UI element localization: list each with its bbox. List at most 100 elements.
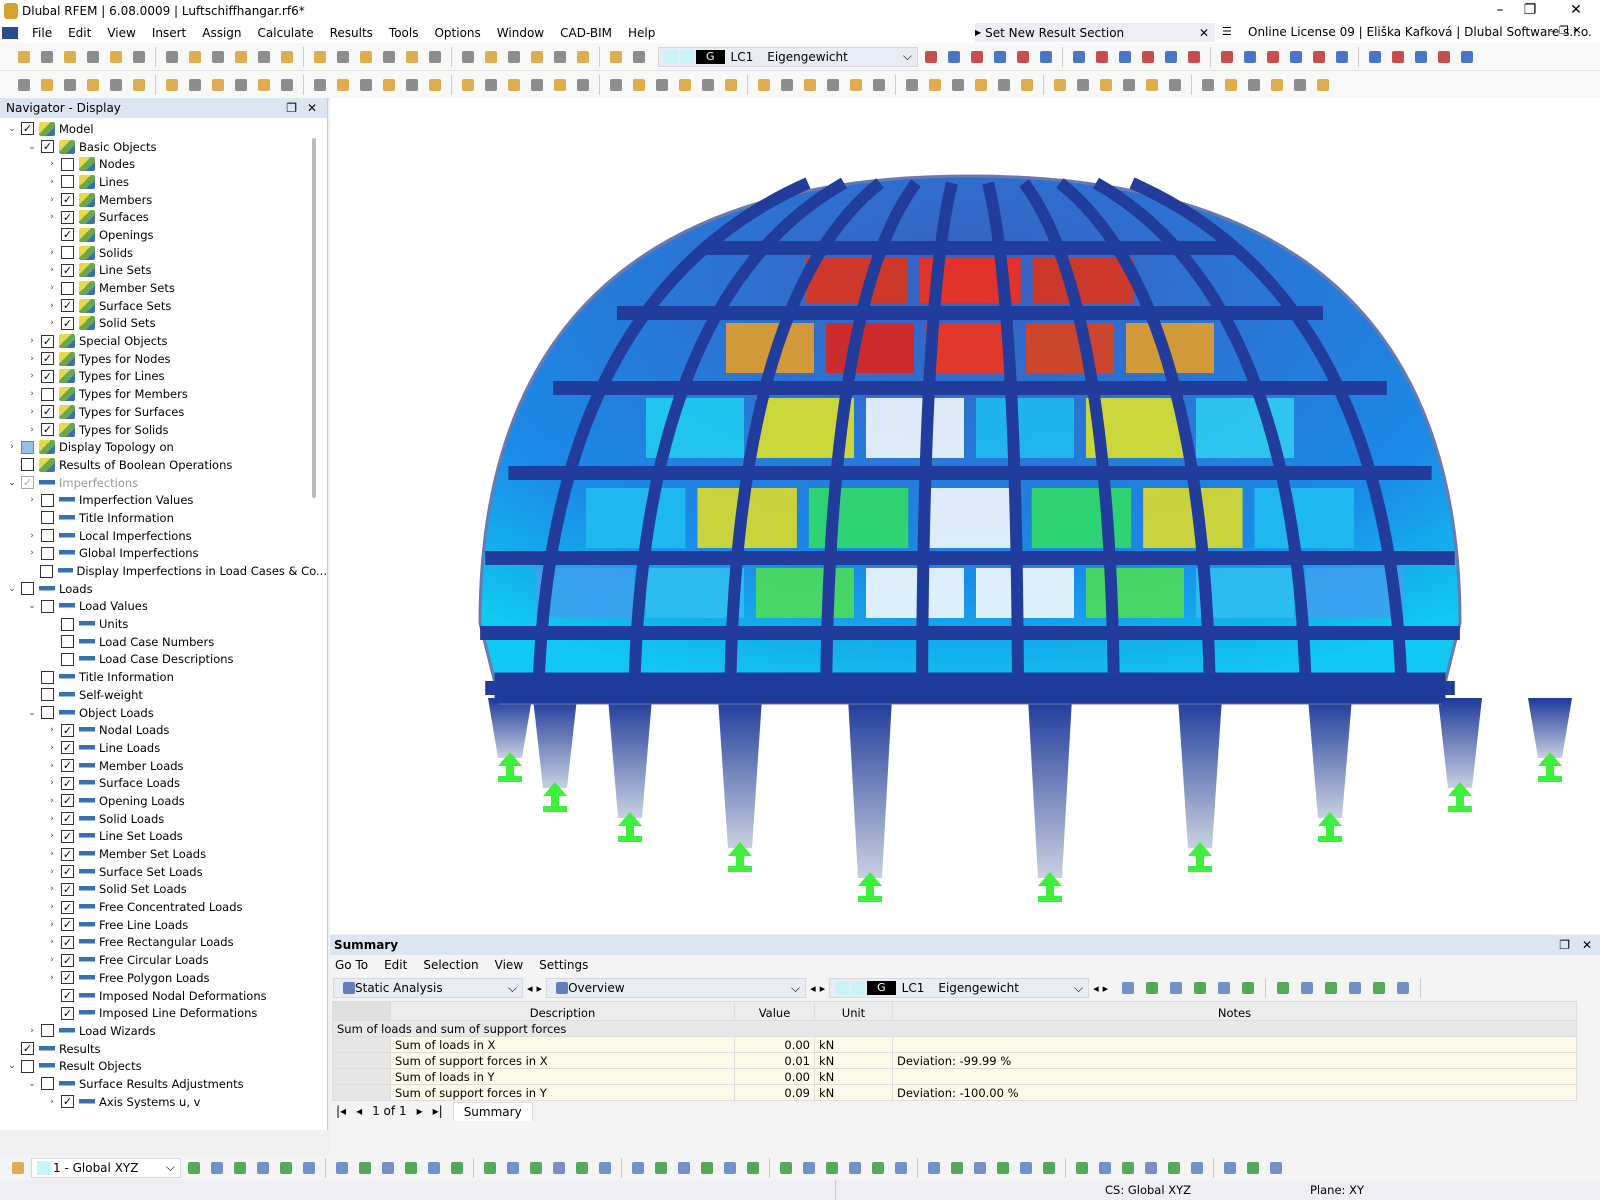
close-icon[interactable]: ✕	[1199, 26, 1209, 40]
chevron-right-icon[interactable]: ›	[46, 814, 58, 824]
toolbar-button-icon[interactable]	[1309, 47, 1329, 67]
chevron-right-icon[interactable]: ›	[46, 796, 58, 806]
toolbar-button-icon[interactable]	[1138, 47, 1158, 67]
toolbar-button-icon[interactable]	[402, 47, 422, 67]
chevron-right-icon[interactable]: ›	[46, 743, 58, 753]
toolbar-button-icon[interactable]	[595, 1158, 615, 1178]
tree-item[interactable]: Display Imperfections in Load Cases & Co…	[0, 562, 327, 580]
toolbar-button-icon[interactable]	[1263, 47, 1283, 67]
toolbar-button-icon[interactable]	[1184, 47, 1204, 67]
summary-menu-item[interactable]: Edit	[384, 958, 407, 972]
toolbar-button-icon[interactable]	[1164, 1158, 1184, 1178]
toolbar-button-icon[interactable]	[800, 75, 820, 95]
tree-item[interactable]: › Nodes	[0, 155, 327, 173]
menu-results[interactable]: Results	[322, 26, 381, 40]
tree-item[interactable]: › ✓ Solid Loads	[0, 810, 327, 828]
float-icon[interactable]: ❐	[286, 101, 297, 115]
navigator-scrollbar[interactable]	[312, 138, 316, 498]
tree-item[interactable]: › ✓ Types for Solids	[0, 421, 327, 439]
toolbar-button-icon[interactable]	[447, 1158, 467, 1178]
toolbar-button-icon[interactable]	[208, 75, 228, 95]
tree-item[interactable]: › ✓ Solid Sets	[0, 315, 327, 333]
toolbar-button-icon[interactable]	[1016, 1158, 1036, 1178]
chevron-right-icon[interactable]: ›	[26, 389, 38, 399]
tree-item[interactable]: › ✓ Special Objects	[0, 332, 327, 350]
toolbar-button-icon[interactable]	[720, 1158, 740, 1178]
checkbox[interactable]: ✓	[61, 847, 74, 861]
checkbox[interactable]: ✓	[61, 882, 74, 896]
chevron-right-icon[interactable]: ›	[46, 159, 58, 169]
toolbar-button-icon[interactable]	[869, 75, 889, 95]
tree-item[interactable]: › ✓ Surface Set Loads	[0, 863, 327, 881]
toolbar-button-icon[interactable]	[333, 47, 353, 67]
toolbar-button-icon[interactable]	[1141, 1158, 1161, 1178]
toolbar-button-icon[interactable]	[481, 75, 501, 95]
checkbox[interactable]: ✓	[61, 1095, 74, 1109]
checkbox[interactable]: ✓	[41, 352, 54, 366]
chevron-right-icon[interactable]: ›	[46, 283, 58, 293]
toolbar-button-icon[interactable]	[921, 47, 941, 67]
toolbar-button-icon[interactable]	[629, 75, 649, 95]
toolbar-button-icon[interactable]	[1190, 978, 1210, 998]
toolbar-button-icon[interactable]	[277, 75, 297, 95]
chevron-right-icon[interactable]: ›	[46, 265, 58, 275]
toolbar-button-icon[interactable]	[1244, 75, 1264, 95]
menu-cad-bim[interactable]: CAD-BIM	[552, 26, 620, 40]
toolbar-button-icon[interactable]	[777, 75, 797, 95]
chevron-right-icon[interactable]: ›	[26, 425, 38, 435]
toolbar-button-icon[interactable]	[629, 47, 649, 67]
toolbar-button-icon[interactable]	[1166, 978, 1186, 998]
toolbar-button-icon[interactable]	[1369, 978, 1389, 998]
toolbar-button-icon[interactable]	[1273, 978, 1293, 998]
toolbar-button-icon[interactable]	[550, 47, 570, 67]
checkbox[interactable]	[61, 281, 74, 295]
toolbar-button-icon[interactable]	[83, 47, 103, 67]
overview-select[interactable]: Overview ⌵	[546, 978, 807, 998]
chevron-right-icon[interactable]: ›	[46, 301, 58, 311]
checkbox[interactable]: ✓	[61, 812, 74, 826]
chevron-down-icon[interactable]: ⌄	[26, 142, 38, 152]
toolbar-button-icon[interactable]	[106, 75, 126, 95]
checkbox[interactable]: ✓	[61, 316, 74, 330]
toolbar-button-icon[interactable]	[1221, 75, 1241, 95]
tree-item[interactable]: › ✓ Types for Surfaces	[0, 403, 327, 421]
toolbar-button-icon[interactable]	[698, 75, 718, 95]
toolbar-button-icon[interactable]	[652, 75, 672, 95]
checkbox[interactable]: ✓	[41, 140, 54, 154]
checkbox[interactable]: ✓	[61, 759, 74, 773]
toolbar-button-icon[interactable]	[891, 1158, 911, 1178]
tree-item[interactable]: › ✓ Member Set Loads	[0, 845, 327, 863]
toolbar-button-icon[interactable]	[1198, 75, 1218, 95]
checkbox[interactable]	[21, 458, 34, 472]
toolbar-button-icon[interactable]	[184, 1158, 204, 1178]
toolbar-button-icon[interactable]	[1142, 978, 1162, 998]
table-row[interactable]: Sum of support forces in Y 0.09 kN Deviatio…	[332, 1084, 1577, 1101]
chevron-right-icon[interactable]: ›	[46, 248, 58, 258]
toolbar-button-icon[interactable]	[606, 47, 626, 67]
toolbar-button-icon[interactable]	[971, 75, 991, 95]
tree-item[interactable]: › ✓ Types for Lines	[0, 368, 327, 386]
tree-item[interactable]: ⌄ Result Objects	[0, 1057, 327, 1075]
toolbar-button-icon[interactable]	[1036, 47, 1056, 67]
toolbar-button-icon[interactable]	[572, 1158, 592, 1178]
toolbar-button-icon[interactable]	[481, 47, 501, 67]
chevron-right-icon[interactable]: ›	[46, 318, 58, 328]
toolbar-button-icon[interactable]	[208, 47, 228, 67]
toolbar-button-icon[interactable]	[231, 47, 251, 67]
toolbar-button-icon[interactable]	[1013, 47, 1033, 67]
toolbar-button-icon[interactable]	[1313, 75, 1333, 95]
toolbar-button-icon[interactable]	[1072, 1158, 1092, 1178]
tree-item[interactable]: › ✓ Solid Set Loads	[0, 881, 327, 899]
tree-item[interactable]: › ✓ Opening Loads	[0, 792, 327, 810]
toolbar-button-icon[interactable]	[185, 75, 205, 95]
checkbox[interactable]	[41, 387, 54, 401]
maximize-button[interactable]: ❐	[1510, 2, 1550, 18]
toolbar-button-icon[interactable]	[846, 75, 866, 95]
chevron-right-icon[interactable]: ›	[26, 371, 38, 381]
chevron-right-icon[interactable]: ›	[46, 195, 58, 205]
toolbar-button-icon[interactable]	[129, 47, 149, 67]
chevron-down-icon[interactable]: ⌄	[26, 601, 38, 611]
toolbar-button-icon[interactable]	[253, 1158, 273, 1178]
chevron-right-icon[interactable]: ›	[26, 495, 38, 505]
menu-window[interactable]: Window	[489, 26, 552, 40]
